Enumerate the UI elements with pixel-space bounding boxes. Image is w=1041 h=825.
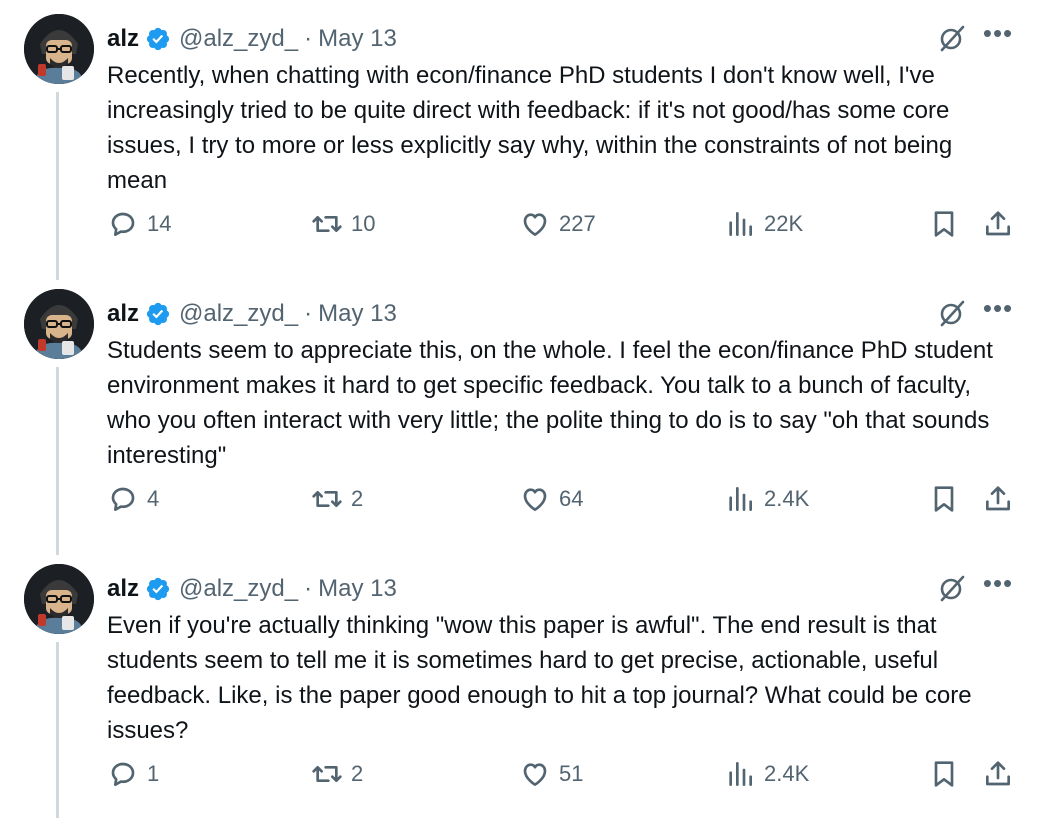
like-count: 227: [559, 211, 596, 236]
repost-icon: [312, 491, 342, 507]
repost-icon: [312, 216, 342, 232]
repost-count: 10: [351, 211, 376, 236]
bookmark-button[interactable]: [928, 204, 960, 244]
reply-icon: [111, 212, 135, 236]
avatar[interactable]: [24, 14, 94, 84]
like-button[interactable]: 227: [519, 204, 596, 244]
repost-icon: [312, 766, 342, 782]
like-count: 64: [559, 486, 584, 511]
share-icon: [986, 761, 1010, 786]
share-icon: [986, 211, 1010, 236]
view-count: 2.4K: [764, 761, 810, 786]
heart-icon: [523, 763, 547, 786]
handle[interactable]: @alz_zyd_: [179, 300, 298, 328]
like-button[interactable]: 51: [519, 754, 583, 794]
reply-icon: [111, 762, 135, 786]
views-button[interactable]: 2.4K: [724, 479, 809, 519]
analytics-icon: [729, 212, 752, 236]
repost-button[interactable]: 2: [311, 479, 363, 519]
reply-button[interactable]: 4: [107, 479, 159, 519]
display-name[interactable]: alz: [107, 25, 139, 53]
share-button[interactable]: [982, 754, 1014, 794]
views-button[interactable]: 22K: [724, 204, 803, 244]
handle[interactable]: @alz_zyd_: [179, 25, 298, 53]
repost-count: 2: [351, 761, 364, 786]
tweet-text: Recently, when chatting with econ/financ…: [107, 62, 953, 194]
views-button[interactable]: 2.4K: [724, 754, 809, 794]
like-button[interactable]: 64: [519, 479, 583, 519]
bookmark-button[interactable]: [928, 479, 960, 519]
more-options-icon[interactable]: •••: [982, 570, 1014, 604]
reply-button[interactable]: 14: [107, 204, 171, 244]
bookmark-icon: [934, 761, 954, 787]
grok-icon[interactable]: [936, 297, 968, 329]
timestamp[interactable]: May 13: [318, 25, 397, 53]
bookmark-icon: [934, 486, 954, 512]
grok-icon[interactable]: [936, 572, 968, 604]
repost-button[interactable]: 2: [311, 754, 363, 794]
share-button[interactable]: [982, 204, 1014, 244]
separator: ·: [304, 300, 313, 327]
view-count: 22K: [764, 211, 804, 236]
tweet[interactable]: alz @alz_zyd_ · May 13 ••• Even if you'r…: [0, 550, 1041, 825]
handle[interactable]: @alz_zyd_: [179, 575, 298, 603]
separator: ·: [304, 575, 313, 602]
display-name[interactable]: alz: [107, 300, 139, 328]
tweet[interactable]: alz @alz_zyd_ · May 13 ••• Students seem…: [0, 275, 1041, 550]
bookmark-button[interactable]: [928, 754, 960, 794]
heart-icon: [523, 488, 547, 511]
view-count: 2.4K: [764, 486, 810, 511]
analytics-icon: [729, 762, 752, 786]
display-name[interactable]: alz: [107, 575, 139, 603]
more-options-icon[interactable]: •••: [982, 295, 1014, 329]
share-button[interactable]: [982, 479, 1014, 519]
reply-count: 1: [147, 761, 160, 786]
separator: ·: [304, 25, 313, 52]
grok-icon[interactable]: [936, 22, 968, 54]
like-count: 51: [559, 761, 584, 786]
bookmark-icon: [934, 211, 954, 237]
avatar[interactable]: [24, 564, 94, 634]
repost-count: 2: [351, 486, 364, 511]
more-options-icon[interactable]: •••: [982, 20, 1014, 54]
repost-button[interactable]: 10: [311, 204, 375, 244]
verified-badge-icon: [146, 302, 170, 326]
verified-badge-icon: [146, 577, 170, 601]
tweet[interactable]: alz @alz_zyd_ · May 13 ••• Recently, whe…: [0, 0, 1041, 275]
share-icon: [986, 486, 1010, 511]
reply-icon: [111, 487, 135, 511]
analytics-icon: [729, 487, 752, 511]
timestamp[interactable]: May 13: [318, 575, 397, 603]
reply-count: 4: [147, 486, 160, 511]
timestamp[interactable]: May 13: [318, 300, 397, 328]
tweet-text: Students seem to appreciate this, on the…: [107, 337, 993, 469]
verified-badge-icon: [146, 27, 170, 51]
heart-icon: [523, 213, 547, 236]
tweet-text: Even if you're actually thinking "wow th…: [107, 612, 972, 744]
avatar[interactable]: [24, 289, 94, 359]
reply-count: 14: [147, 211, 172, 236]
reply-button[interactable]: 1: [107, 754, 159, 794]
